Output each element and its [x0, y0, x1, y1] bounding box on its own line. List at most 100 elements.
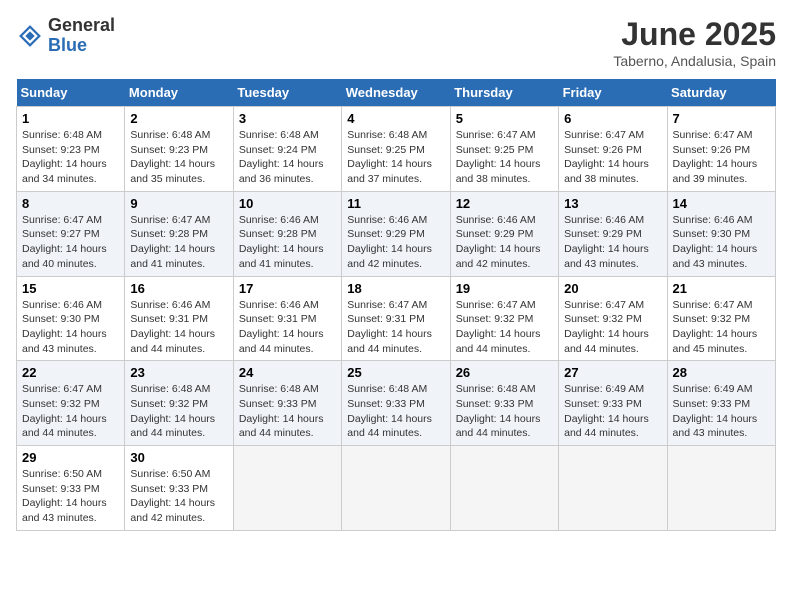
title-block: June 2025 Taberno, Andalusia, Spain: [613, 16, 776, 69]
header-saturday: Saturday: [667, 79, 775, 107]
table-row: 21 Sunrise: 6:47 AMSunset: 9:32 PMDaylig…: [667, 276, 775, 361]
table-row: 1 Sunrise: 6:48 AMSunset: 9:23 PMDayligh…: [17, 107, 125, 192]
day-number: 30: [130, 450, 227, 465]
day-number: 18: [347, 281, 444, 296]
day-info: Sunrise: 6:47 AMSunset: 9:32 PMDaylight:…: [564, 298, 661, 357]
day-info: Sunrise: 6:46 AMSunset: 9:30 PMDaylight:…: [22, 298, 119, 357]
table-row: [559, 446, 667, 531]
table-row: 28 Sunrise: 6:49 AMSunset: 9:33 PMDaylig…: [667, 361, 775, 446]
day-info: Sunrise: 6:48 AMSunset: 9:23 PMDaylight:…: [130, 128, 227, 187]
day-info: Sunrise: 6:46 AMSunset: 9:30 PMDaylight:…: [673, 213, 770, 272]
table-row: 9 Sunrise: 6:47 AMSunset: 9:28 PMDayligh…: [125, 191, 233, 276]
table-row: 12 Sunrise: 6:46 AMSunset: 9:29 PMDaylig…: [450, 191, 558, 276]
table-row: 13 Sunrise: 6:46 AMSunset: 9:29 PMDaylig…: [559, 191, 667, 276]
table-row: 6 Sunrise: 6:47 AMSunset: 9:26 PMDayligh…: [559, 107, 667, 192]
table-row: 20 Sunrise: 6:47 AMSunset: 9:32 PMDaylig…: [559, 276, 667, 361]
day-info: Sunrise: 6:46 AMSunset: 9:29 PMDaylight:…: [347, 213, 444, 272]
day-number: 3: [239, 111, 336, 126]
table-row: 17 Sunrise: 6:46 AMSunset: 9:31 PMDaylig…: [233, 276, 341, 361]
table-row: [667, 446, 775, 531]
header-thursday: Thursday: [450, 79, 558, 107]
table-row: 27 Sunrise: 6:49 AMSunset: 9:33 PMDaylig…: [559, 361, 667, 446]
day-number: 19: [456, 281, 553, 296]
day-info: Sunrise: 6:47 AMSunset: 9:31 PMDaylight:…: [347, 298, 444, 357]
header-friday: Friday: [559, 79, 667, 107]
header-sunday: Sunday: [17, 79, 125, 107]
day-number: 4: [347, 111, 444, 126]
day-info: Sunrise: 6:47 AMSunset: 9:26 PMDaylight:…: [673, 128, 770, 187]
day-info: Sunrise: 6:46 AMSunset: 9:31 PMDaylight:…: [239, 298, 336, 357]
table-row: [450, 446, 558, 531]
day-number: 6: [564, 111, 661, 126]
table-row: 30 Sunrise: 6:50 AMSunset: 9:33 PMDaylig…: [125, 446, 233, 531]
day-info: Sunrise: 6:50 AMSunset: 9:33 PMDaylight:…: [22, 467, 119, 526]
day-number: 14: [673, 196, 770, 211]
header-monday: Monday: [125, 79, 233, 107]
page-header: General Blue June 2025 Taberno, Andalusi…: [16, 16, 776, 69]
day-info: Sunrise: 6:49 AMSunset: 9:33 PMDaylight:…: [673, 382, 770, 441]
day-info: Sunrise: 6:47 AMSunset: 9:32 PMDaylight:…: [22, 382, 119, 441]
day-number: 10: [239, 196, 336, 211]
day-number: 1: [22, 111, 119, 126]
week-row-2: 8 Sunrise: 6:47 AMSunset: 9:27 PMDayligh…: [17, 191, 776, 276]
table-row: [342, 446, 450, 531]
day-number: 8: [22, 196, 119, 211]
table-row: 4 Sunrise: 6:48 AMSunset: 9:25 PMDayligh…: [342, 107, 450, 192]
day-info: Sunrise: 6:46 AMSunset: 9:29 PMDaylight:…: [456, 213, 553, 272]
day-info: Sunrise: 6:48 AMSunset: 9:33 PMDaylight:…: [347, 382, 444, 441]
day-number: 24: [239, 365, 336, 380]
table-row: 19 Sunrise: 6:47 AMSunset: 9:32 PMDaylig…: [450, 276, 558, 361]
logo: General Blue: [16, 16, 115, 56]
table-row: 24 Sunrise: 6:48 AMSunset: 9:33 PMDaylig…: [233, 361, 341, 446]
day-number: 28: [673, 365, 770, 380]
table-row: 18 Sunrise: 6:47 AMSunset: 9:31 PMDaylig…: [342, 276, 450, 361]
day-number: 20: [564, 281, 661, 296]
day-number: 12: [456, 196, 553, 211]
logo-blue-text: Blue: [48, 35, 87, 55]
table-row: 14 Sunrise: 6:46 AMSunset: 9:30 PMDaylig…: [667, 191, 775, 276]
header-tuesday: Tuesday: [233, 79, 341, 107]
day-number: 23: [130, 365, 227, 380]
day-number: 25: [347, 365, 444, 380]
logo-general-text: General: [48, 15, 115, 35]
day-info: Sunrise: 6:48 AMSunset: 9:33 PMDaylight:…: [239, 382, 336, 441]
day-number: 11: [347, 196, 444, 211]
table-row: 3 Sunrise: 6:48 AMSunset: 9:24 PMDayligh…: [233, 107, 341, 192]
table-row: 23 Sunrise: 6:48 AMSunset: 9:32 PMDaylig…: [125, 361, 233, 446]
table-row: 11 Sunrise: 6:46 AMSunset: 9:29 PMDaylig…: [342, 191, 450, 276]
calendar-table: Sunday Monday Tuesday Wednesday Thursday…: [16, 79, 776, 531]
day-info: Sunrise: 6:47 AMSunset: 9:32 PMDaylight:…: [456, 298, 553, 357]
table-row: 26 Sunrise: 6:48 AMSunset: 9:33 PMDaylig…: [450, 361, 558, 446]
day-number: 22: [22, 365, 119, 380]
table-row: 2 Sunrise: 6:48 AMSunset: 9:23 PMDayligh…: [125, 107, 233, 192]
day-info: Sunrise: 6:46 AMSunset: 9:29 PMDaylight:…: [564, 213, 661, 272]
table-row: 5 Sunrise: 6:47 AMSunset: 9:25 PMDayligh…: [450, 107, 558, 192]
table-row: 7 Sunrise: 6:47 AMSunset: 9:26 PMDayligh…: [667, 107, 775, 192]
table-row: [233, 446, 341, 531]
day-info: Sunrise: 6:48 AMSunset: 9:32 PMDaylight:…: [130, 382, 227, 441]
day-number: 7: [673, 111, 770, 126]
day-number: 26: [456, 365, 553, 380]
week-row-1: 1 Sunrise: 6:48 AMSunset: 9:23 PMDayligh…: [17, 107, 776, 192]
day-number: 17: [239, 281, 336, 296]
table-row: 22 Sunrise: 6:47 AMSunset: 9:32 PMDaylig…: [17, 361, 125, 446]
day-number: 9: [130, 196, 227, 211]
week-row-5: 29 Sunrise: 6:50 AMSunset: 9:33 PMDaylig…: [17, 446, 776, 531]
day-info: Sunrise: 6:48 AMSunset: 9:33 PMDaylight:…: [456, 382, 553, 441]
day-number: 5: [456, 111, 553, 126]
day-info: Sunrise: 6:46 AMSunset: 9:31 PMDaylight:…: [130, 298, 227, 357]
table-row: 25 Sunrise: 6:48 AMSunset: 9:33 PMDaylig…: [342, 361, 450, 446]
logo-icon: [16, 22, 44, 50]
day-info: Sunrise: 6:48 AMSunset: 9:24 PMDaylight:…: [239, 128, 336, 187]
day-info: Sunrise: 6:47 AMSunset: 9:27 PMDaylight:…: [22, 213, 119, 272]
day-info: Sunrise: 6:48 AMSunset: 9:25 PMDaylight:…: [347, 128, 444, 187]
day-number: 16: [130, 281, 227, 296]
day-info: Sunrise: 6:49 AMSunset: 9:33 PMDaylight:…: [564, 382, 661, 441]
day-number: 15: [22, 281, 119, 296]
table-row: 16 Sunrise: 6:46 AMSunset: 9:31 PMDaylig…: [125, 276, 233, 361]
day-number: 13: [564, 196, 661, 211]
day-info: Sunrise: 6:47 AMSunset: 9:25 PMDaylight:…: [456, 128, 553, 187]
day-number: 27: [564, 365, 661, 380]
table-row: 15 Sunrise: 6:46 AMSunset: 9:30 PMDaylig…: [17, 276, 125, 361]
day-number: 29: [22, 450, 119, 465]
